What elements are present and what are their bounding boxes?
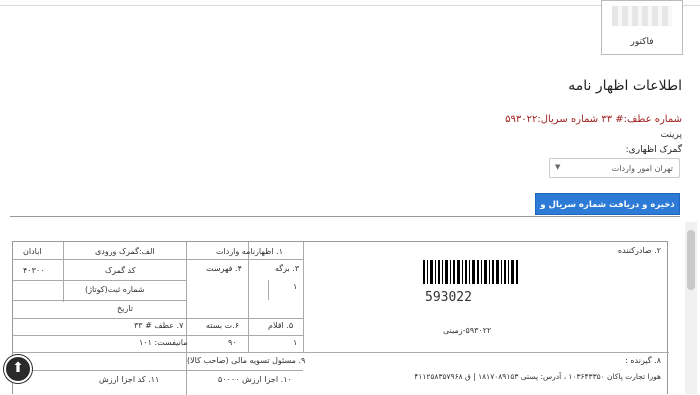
- arrow-up-circle-icon[interactable]: ⬆: [4, 355, 32, 383]
- barcode-number: 593022: [425, 290, 472, 305]
- items-value: ۱: [293, 338, 298, 347]
- field-value-code: ۱۱. کد اجزا ارزش: [99, 375, 160, 384]
- receiver-detail: هورا تجارت پاکان ۱۰۳۶۴۳۳۵۰ ، آدرس: پستی …: [414, 372, 661, 381]
- field-date: تاریخ: [117, 304, 133, 313]
- save-serial-button[interactable]: ذخیره و دریافت شماره سریال و عطف: [535, 193, 680, 232]
- field-exporter: ۲. صادرکننده: [617, 246, 661, 255]
- packages-value: ۹۰: [228, 338, 237, 347]
- field-sheet: ۳. برگه: [275, 264, 300, 273]
- invoice-thumbnail[interactable]: فاکتور: [601, 0, 683, 55]
- field-customs-code: کد گمرک: [105, 266, 136, 275]
- field-items: ۵. اقلام: [268, 321, 294, 330]
- declaration-form: ۲. صادرکننده 593022 ۵۹۳۰۲۲-زمینی ۱. اظها…: [12, 241, 669, 395]
- field-registration-no: شماره ثبت(کوتاژ): [85, 285, 145, 294]
- field-receiver: ۸. گیرنده :: [625, 356, 661, 365]
- field-entry-customs: الف:گمرک ورودی: [95, 247, 155, 256]
- serial-subtext: ۵۹۳۰۲۲-زمینی: [443, 326, 492, 335]
- top-divider: [0, 5, 700, 6]
- triangle-down-icon: ▼: [555, 163, 561, 171]
- print-link[interactable]: پرینت: [660, 130, 682, 140]
- field-value-components: ۱۰. اجزا ارزش ۵۰۰۰۰: [218, 375, 292, 384]
- field-manifest: مانیفست: ۱۰۱: [139, 338, 188, 347]
- scrollbar[interactable]: [685, 222, 697, 394]
- customs-select-value: تهران امور واردات: [611, 164, 673, 173]
- invoice-preview-image: [612, 6, 672, 26]
- section-title: اطلاعات اظهار نامه: [568, 78, 682, 94]
- customs-label: گمرک اظهاری:: [625, 145, 682, 155]
- serial-number-text: شماره عطف:# ۳۳ شماره سریال:۵۹۳۰۲۲: [505, 114, 682, 125]
- entry-customs-value: ابادان: [23, 247, 42, 256]
- form-divider: [10, 216, 680, 217]
- field-finance-responsible: ۹. مسئول تسویه مالی (صاحب کالا): [187, 356, 306, 365]
- sheet-value: ۱: [293, 282, 298, 291]
- field-packages: ۶.ت بسته: [206, 321, 239, 330]
- field-list: ۴. فهرست: [206, 264, 242, 273]
- customs-code-value: ۴۰۳۰۰: [23, 266, 45, 275]
- field-atf: ۷. عطف # ۳۳: [134, 321, 184, 330]
- invoice-label: فاکتور: [630, 37, 654, 47]
- customs-select[interactable]: تهران امور واردات ▼: [549, 158, 680, 178]
- field-import-declaration: ۱. اظهارنامه واردات: [216, 247, 284, 256]
- scrollbar-thumb[interactable]: [687, 230, 695, 290]
